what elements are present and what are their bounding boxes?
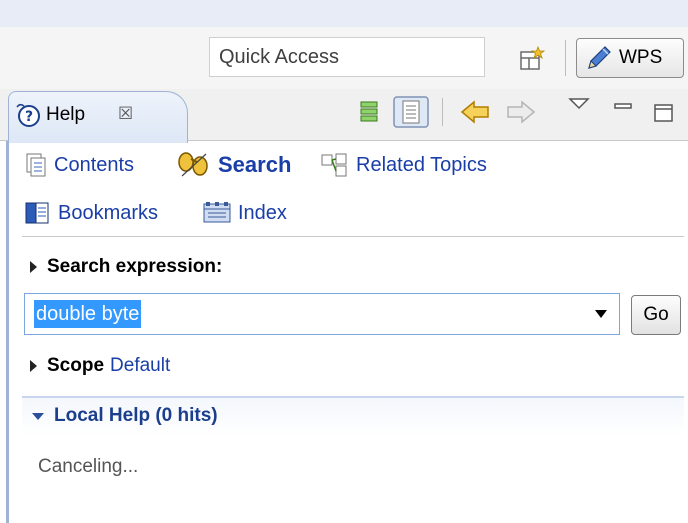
bookmarks-link[interactable]: Bookmarks <box>24 199 158 227</box>
quick-access-input[interactable]: Quick Access <box>209 37 485 77</box>
search-label: Search <box>218 152 292 177</box>
tab-help-label: Help <box>46 104 86 125</box>
view-toolbar-separator <box>442 98 443 126</box>
show-result-description-icon[interactable] <box>392 96 432 128</box>
index-label: Index <box>238 202 287 224</box>
help-icon: ? <box>16 103 40 127</box>
search-expression-value[interactable]: double byte <box>34 300 142 328</box>
contents-icon <box>26 153 46 177</box>
bookmarks-icon <box>25 202 49 224</box>
contents-label: Contents <box>54 154 135 176</box>
related-topics-link[interactable]: Related Topics <box>320 151 487 179</box>
wps-label: WPS <box>619 47 663 68</box>
bookmarks-label: Bookmarks <box>58 202 159 224</box>
go-button[interactable]: Go <box>631 295 681 335</box>
local-help-toggle[interactable]: Local Help (0 hits) <box>32 403 218 429</box>
search-status-text: Canceling... <box>38 456 139 477</box>
expand-triangle-icon <box>30 261 37 273</box>
close-tab-icon[interactable]: ☒ <box>118 101 133 127</box>
back-arrow-icon[interactable] <box>458 96 494 128</box>
related-topics-icon <box>321 153 347 177</box>
scope-toggle[interactable]: Scope Default <box>30 353 170 379</box>
local-help-label: Local Help (0 hits) <box>54 405 218 426</box>
search-link[interactable]: Search <box>176 150 291 180</box>
combo-dropdown-icon[interactable] <box>595 310 607 318</box>
view-menu-icon[interactable] <box>566 94 592 114</box>
wps-perspective-button[interactable]: WPS <box>576 38 684 78</box>
help-view-window: Quick Access WPS ? Help ☒ Contents Searc… <box>0 0 688 523</box>
toolbar-separator <box>565 40 566 76</box>
maximize-icon[interactable] <box>652 102 676 124</box>
show-all-topics-icon[interactable] <box>358 96 382 128</box>
search-expression-toggle[interactable]: Search expression: <box>30 254 222 280</box>
view-left-border <box>6 141 9 523</box>
nav-divider <box>22 236 684 237</box>
title-strip <box>0 0 688 27</box>
related-topics-label: Related Topics <box>356 154 487 176</box>
search-expression-label: Search expression: <box>47 256 223 277</box>
forward-arrow-icon[interactable] <box>502 96 538 128</box>
open-perspective-icon[interactable] <box>518 45 546 73</box>
index-icon <box>203 202 231 223</box>
scope-default-link[interactable]: Default <box>110 353 170 379</box>
svg-text:?: ? <box>25 109 33 125</box>
collapse-triangle-icon <box>32 412 44 420</box>
scope-label: Scope <box>47 355 105 376</box>
index-link[interactable]: Index <box>202 199 287 227</box>
contents-link[interactable]: Contents <box>24 151 134 179</box>
pencil-icon <box>588 46 611 69</box>
scope-expand-icon <box>30 360 37 372</box>
binoculars-icon <box>178 152 208 177</box>
minimize-icon[interactable] <box>612 96 634 116</box>
